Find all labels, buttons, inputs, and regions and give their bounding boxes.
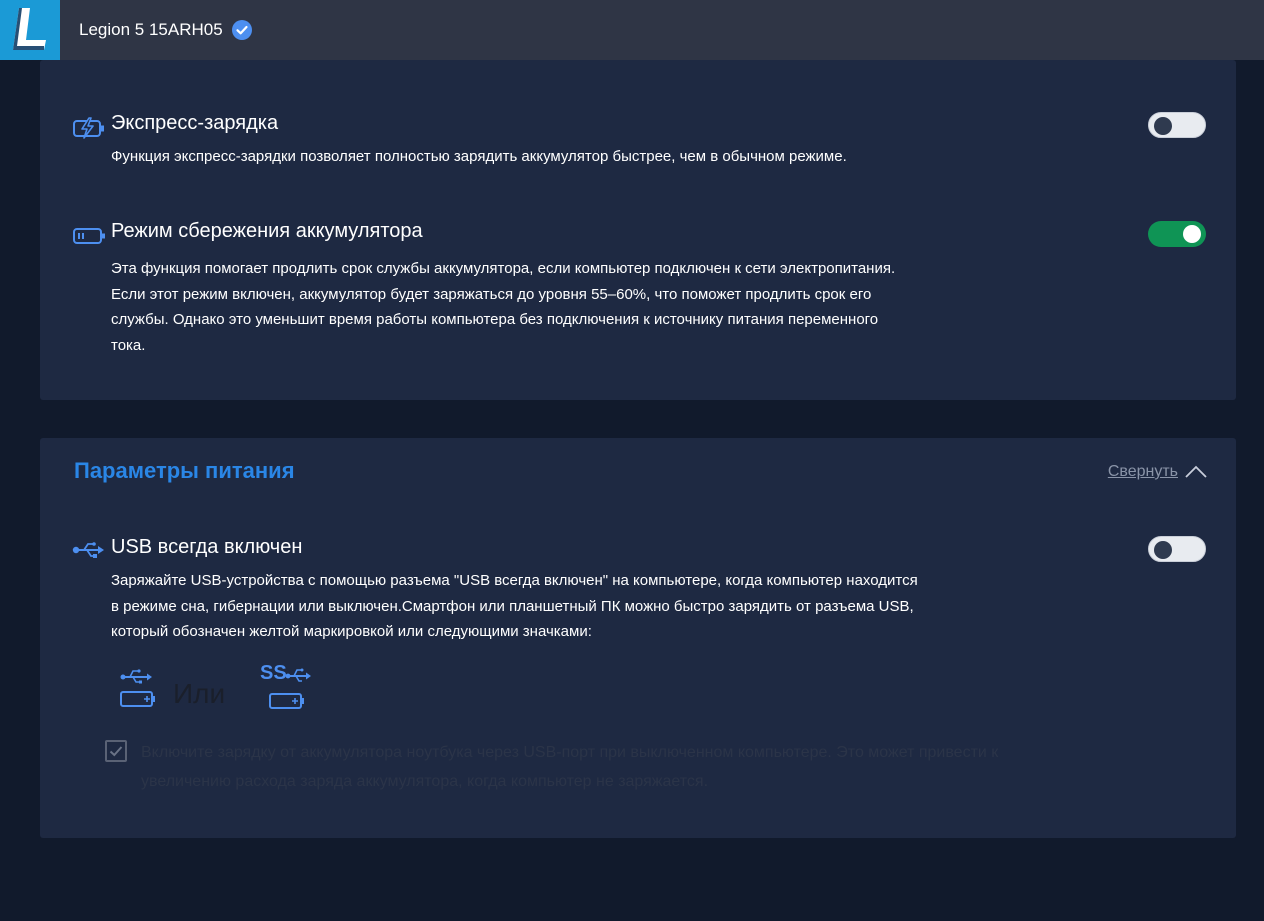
battery-conservation-icon	[72, 226, 106, 250]
legion-logo-icon	[13, 8, 46, 50]
battery-settings-card: Экспресс-зарядка Функция экспресс-зарядк…	[40, 60, 1236, 400]
rapid-charge-description: Функция экспресс-зарядки позволяет полно…	[111, 148, 847, 165]
usb-always-on-title: USB всегда включен	[111, 536, 303, 558]
description-line: службы. Однако это уменьшит время работы…	[111, 311, 879, 328]
description-line: в режиме сна, гибернации или выключен.См…	[111, 597, 914, 615]
toggle-knob	[1183, 225, 1201, 243]
usb-charging-icons: Или SS	[120, 662, 340, 720]
description-line: Заряжайте USB-устройства с помощью разъе…	[111, 572, 918, 589]
description-line: тока.	[111, 336, 146, 354]
usb-charge-port-icon	[120, 668, 156, 714]
battery-usb-charge-checkbox[interactable]	[105, 740, 127, 762]
check-badge-icon	[231, 19, 253, 41]
title-bar: Legion 5 15ARH05	[0, 0, 1264, 60]
usb-always-on-toggle[interactable]	[1148, 536, 1206, 562]
checkmark-icon	[109, 746, 123, 757]
conservation-mode-toggle[interactable]	[1148, 221, 1206, 247]
rapid-charge-toggle[interactable]	[1148, 112, 1206, 138]
label-line: Включите зарядку от аккумулятора ноутбук…	[141, 744, 999, 761]
toggle-knob	[1154, 117, 1172, 135]
conservation-mode-title: Режим сбережения аккумулятора	[111, 220, 423, 242]
section-title: Параметры питания	[74, 458, 295, 483]
rapid-charge-title: Экспресс-зарядка	[111, 112, 279, 134]
power-settings-card: Параметры питания Свернуть USB всегда вк…	[40, 438, 1236, 838]
or-label: Или	[173, 678, 226, 709]
toggle-knob	[1154, 541, 1172, 559]
battery-usb-charge-label: Включите зарядку от аккумулятора ноутбук…	[141, 738, 1101, 796]
description-line: Если этот режим включен, аккумулятор буд…	[111, 285, 872, 303]
collapse-button[interactable]: Свернуть	[1108, 463, 1208, 481]
description-line: который обозначен желтой маркировкой или…	[111, 623, 592, 640]
label-line: увеличению расхода заряда аккумулятора, …	[141, 773, 709, 790]
conservation-mode-description: Эта функция помогает продлить срок служб…	[111, 256, 1111, 358]
collapse-label: Свернуть	[1107, 463, 1178, 480]
usb-always-on-description: Заряжайте USB-устройства с помощью разъе…	[111, 568, 1111, 645]
chevron-up-icon	[1185, 465, 1207, 478]
usb-icon	[72, 542, 106, 562]
rapid-charge-icon	[72, 117, 106, 143]
description-line: Эта функция помогает продлить срок служб…	[111, 260, 896, 277]
legion-logo[interactable]	[0, 0, 60, 60]
device-name: Legion 5 15ARH05	[79, 20, 223, 39]
